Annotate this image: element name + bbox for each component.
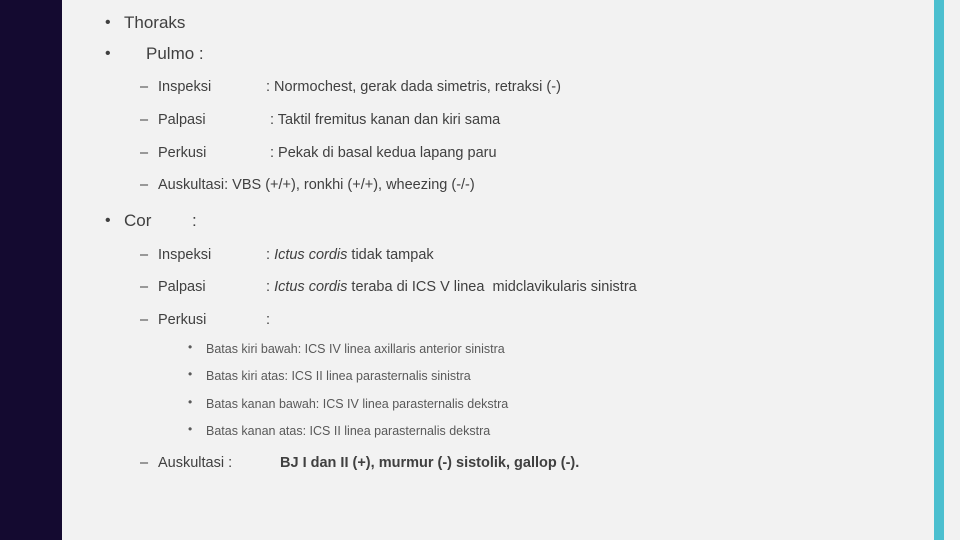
cor-colon: : [192,211,197,231]
outline-list: • Thoraks • Pulmo : – Inspeksi : Normoche… [96,13,906,472]
row-label: Perkusi [158,144,207,161]
dash-icon: – [140,144,149,161]
cor-row-auskultasi: – Auskultasi : BJ I dan II (+), murmur (-… [96,455,906,472]
row-label: Auskultasi : [158,455,233,472]
bullet-icon: • [105,212,111,230]
scallop-edge-shape [0,0,62,540]
list-item-cor: • Cor: [96,211,906,231]
pulmo-row-auskultasi: – Auskultasi: VBS (+/+), ronkhi (+/+), w… [96,177,906,194]
pulmo-row-palpasi: – Palpasi : Taktil fremitus kanan dan kir… [96,112,906,129]
bullet-icon: • [105,14,111,31]
dash-icon: – [140,79,149,96]
thoraks-label: Thoraks [124,13,186,32]
cor-label: Cor [124,211,152,231]
small-bullet-icon: • [188,421,193,436]
row-value: VBS (+/+), ronkhi (+/+), wheezing (-/-) [232,177,475,194]
row-value: teraba di ICS V linea midclavikularis si… [347,279,637,296]
row-label: Auskultasi: [158,177,229,194]
dash-icon: – [140,177,149,194]
row-colon: : [266,246,271,263]
row-value: : Taktil fremitus kanan dan kiri sama [270,112,501,129]
batas-item-2: • Batas kiri atas: ICS II linea paraster… [96,367,906,384]
batas-item-3: • Batas kanan bawah: ICS IV linea parast… [96,394,906,411]
row-label: Inspeksi [158,246,212,263]
row-value: : Pekak di basal kedua lapang paru [270,144,497,161]
batas-text: Batas kiri atas: ICS II linea parasterna… [206,369,471,384]
row-value: : Normochest, gerak dada simetris, retra… [266,79,561,96]
small-bullet-icon: • [188,394,193,409]
cor-row-inspeksi: – Inspeksi: Ictus cordis tidak tampak [96,247,906,264]
small-bullet-icon: • [188,339,193,354]
dash-icon: – [140,455,149,472]
row-value-italic: Ictus cordis [274,246,348,263]
accent-bar-right [934,0,944,540]
row-label: Perkusi [158,312,207,329]
left-decorative-band [0,0,62,540]
slide-canvas: • Thoraks • Pulmo : – Inspeksi : Normoche… [0,0,960,540]
row-value: BJ I dan II (+), murmur (-) sistolik, ga… [280,455,580,472]
cor-row-palpasi: – Palpasi: Ictus cordis teraba di ICS V … [96,279,906,296]
batas-item-1: • Batas kiri bawah: ICS IV linea axillar… [96,339,906,356]
cor-row-perkusi: – Perkusi: [96,312,906,329]
batas-text: Batas kanan atas: ICS II linea parastern… [206,423,491,438]
small-bullet-icon: • [188,367,193,382]
pulmo-row-perkusi: – Perkusi : Pekak di basal kedua lapang p… [96,145,906,162]
slide-content: • Thoraks • Pulmo : – Inspeksi : Normoche… [96,13,906,472]
row-value: tidak tampak [347,246,434,263]
pulmo-label: Pulmo : [146,43,204,63]
dash-icon: – [140,112,149,129]
dash-icon: – [140,312,149,329]
batas-item-4: • Batas kanan atas: ICS II linea paraste… [96,421,906,438]
row-label: Palpasi [158,279,206,296]
batas-text: Batas kiri bawah: ICS IV linea axillaris… [206,341,505,356]
dash-icon: – [140,246,149,263]
row-colon: : [266,312,271,329]
pulmo-row-inspeksi: – Inspeksi : Normochest, gerak dada simet… [96,79,906,96]
row-label: Palpasi [158,112,206,129]
bullet-icon: • [105,44,111,62]
list-item-thoraks: • Thoraks [96,13,906,33]
row-colon: : [266,279,271,296]
row-label: Inspeksi [158,79,212,96]
batas-text: Batas kanan bawah: ICS IV linea paraster… [206,396,509,411]
list-item-pulmo: • Pulmo : [96,43,906,64]
row-value-italic: Ictus cordis [274,279,348,296]
dash-icon: – [140,279,149,296]
